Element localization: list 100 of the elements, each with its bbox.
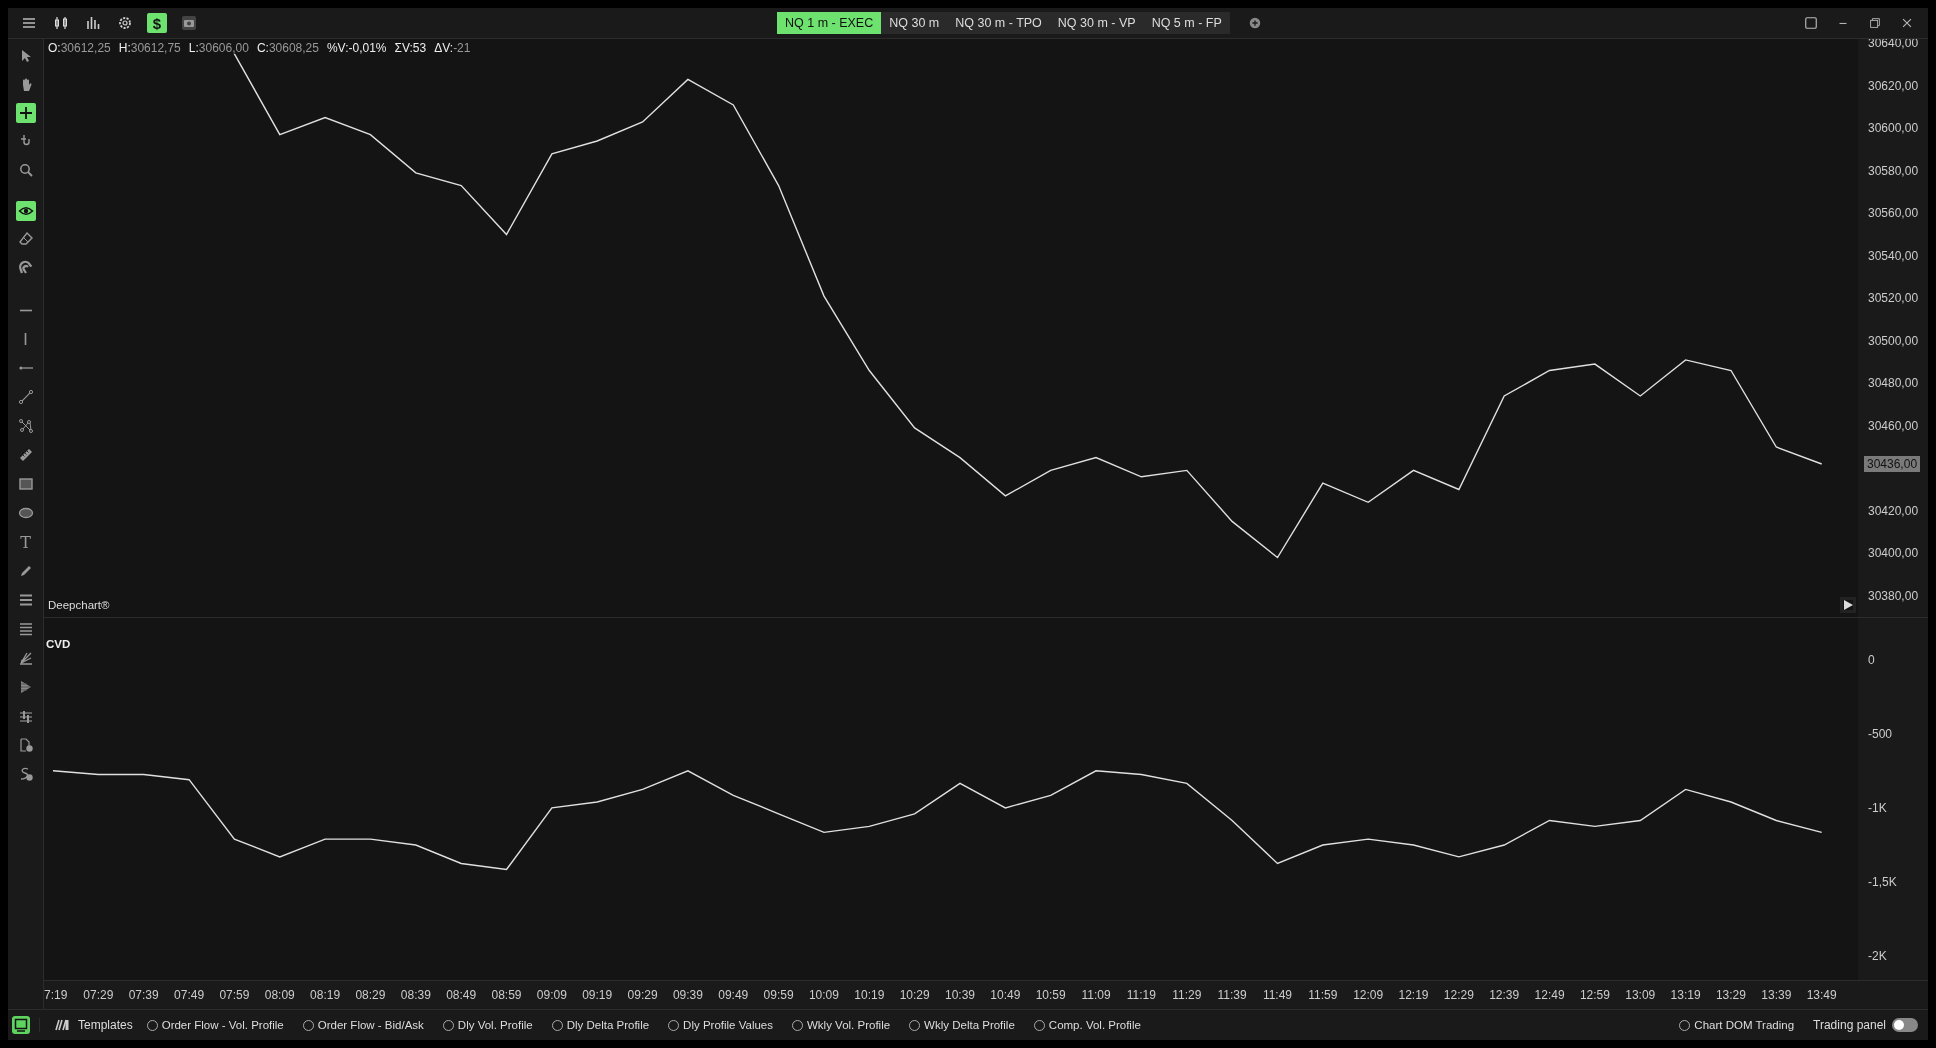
ohlc-value: H:30612,75 <box>118 41 181 56</box>
time-axis-label: 13:49 <box>1806 988 1837 1003</box>
fan-icon <box>17 650 34 667</box>
time-axis-label: 12:09 <box>1353 988 1384 1003</box>
crosshair-tool-button[interactable] <box>15 103 36 124</box>
time-axis-label: 08:59 <box>491 988 522 1003</box>
chart-tab[interactable]: NQ 30 m - TPO <box>947 12 1050 35</box>
time-axis-label: 10:29 <box>899 988 930 1003</box>
price-axis-label: 30400,00 <box>1868 546 1919 561</box>
time-axis-label: 11:59 <box>1308 988 1338 1003</box>
time-axis-label: 08:39 <box>400 988 431 1003</box>
price-axis-label: 30580,00 <box>1868 164 1919 179</box>
time-axis-label: 10:59 <box>1035 988 1066 1003</box>
ohlc-value: %V:-0,01% <box>326 41 387 56</box>
template-option[interactable]: Order Flow - Vol. Profile <box>146 1019 284 1032</box>
indicator-title: CVD <box>46 638 71 651</box>
ray-icon <box>18 366 33 371</box>
polyline-icon <box>17 418 34 435</box>
doc-icon <box>17 737 34 754</box>
template-option[interactable]: Comp. Vol. Profile <box>1033 1019 1141 1032</box>
chart-dom-trading-option[interactable]: Chart DOM Trading <box>1679 1019 1795 1032</box>
template-option[interactable]: Dly Profile Values <box>668 1019 773 1032</box>
candles-icon <box>53 15 69 32</box>
vline-icon <box>24 332 27 347</box>
hline-icon <box>18 309 33 312</box>
chart-tab[interactable]: NQ 5 m - FP <box>1143 12 1230 35</box>
chart-tab[interactable]: NQ 30 m - VP <box>1049 12 1144 35</box>
zoom-icon <box>17 162 34 179</box>
rectangle-icon <box>17 476 34 493</box>
time-axis-label: 08:49 <box>446 988 477 1003</box>
ohlc-value: ΣV:53 <box>394 41 427 56</box>
scroll-right-button[interactable] <box>1840 597 1856 614</box>
time-axis-label: 11:39 <box>1217 988 1247 1003</box>
template-option[interactable]: Wkly Delta Profile <box>909 1019 1015 1032</box>
time-axis-label: 08:09 <box>264 988 295 1003</box>
time-axis-label: 09:29 <box>627 988 658 1003</box>
trendline-icon <box>17 389 34 406</box>
time-axis-label: 07:39 <box>128 988 159 1003</box>
camera-icon <box>181 15 197 32</box>
time-axis-label: 07:59 <box>219 988 250 1003</box>
time-axis-label: 09:39 <box>672 988 703 1003</box>
time-axis-label: 09:09 <box>536 988 567 1003</box>
trading-panel-toggle[interactable] <box>1892 1018 1918 1033</box>
time-axis-label: 09:59 <box>763 988 794 1003</box>
price-axis-label: 30600,00 <box>1868 121 1919 136</box>
chart-name: Deepchart® <box>48 599 110 612</box>
template-option[interactable]: Wkly Vol. Profile <box>792 1019 891 1032</box>
text-tool-button[interactable]: T <box>13 531 38 554</box>
time-axis-label: 09:49 <box>718 988 749 1003</box>
templates-label: Templates <box>78 1018 133 1033</box>
price-axis-label: 30420,00 <box>1868 504 1919 519</box>
time-axis-label: 13:19 <box>1670 988 1701 1003</box>
time-axis-label: 13:29 <box>1715 988 1746 1003</box>
time-axis-label: 13:09 <box>1625 988 1656 1003</box>
levels-icon <box>17 708 34 725</box>
time-axis-label: 11:09 <box>1081 988 1111 1003</box>
bars-icon <box>85 15 101 32</box>
ohlc-value: ΔV:-21 <box>434 41 471 56</box>
time-axis-label: 13:39 <box>1761 988 1792 1003</box>
price-axis-label: 30500,00 <box>1868 334 1919 349</box>
template-option[interactable]: Dly Delta Profile <box>551 1019 650 1032</box>
ohlc-value: L:30606,00 <box>188 41 249 56</box>
time-axis-label: 10:39 <box>945 988 975 1003</box>
gear-icon <box>117 15 133 32</box>
price-axis-label: 30540,00 <box>1868 249 1919 264</box>
current-price-label: 30436,00 <box>1864 456 1921 473</box>
chart-tab[interactable]: NQ 1 m - EXEC <box>777 12 882 35</box>
price-axis-label: 30480,00 <box>1868 376 1919 391</box>
lines4-icon <box>17 621 34 638</box>
price-axis-label: 30560,00 <box>1868 206 1919 221</box>
cvd-axis-label: -1K <box>1868 801 1887 816</box>
price-axis-label: 30620,00 <box>1868 79 1919 94</box>
time-axis-label: 07:29 <box>83 988 114 1003</box>
monitor-icon[interactable] <box>11 1015 31 1036</box>
chart-tab[interactable]: NQ 30 m <box>881 12 948 35</box>
time-axis-label: 10:19 <box>854 988 885 1003</box>
templates-icon <box>54 1019 70 1032</box>
add-tab-icon[interactable] <box>1247 16 1262 31</box>
template-option[interactable]: Order Flow - Bid/Ask <box>302 1019 424 1032</box>
price-axis-label: 30520,00 <box>1868 291 1919 306</box>
time-axis-label: 12:19 <box>1398 988 1429 1003</box>
time-axis-label: 08:29 <box>355 988 386 1003</box>
template-option[interactable]: Dly Vol. Profile <box>442 1019 533 1032</box>
cvd-axis-label: 0 <box>1868 653 1875 668</box>
time-axis-label: 09:19 <box>582 988 613 1003</box>
ohlc-value: O:30612,25 <box>48 41 111 56</box>
time-axis-label: 08:19 <box>310 988 341 1003</box>
time-axis-label: 7:19 <box>44 988 68 1003</box>
dollar-button[interactable]: $ <box>147 13 167 34</box>
layout-icon[interactable] <box>1804 16 1818 31</box>
time-axis-label: 10:49 <box>990 988 1021 1003</box>
cvd-axis-label: -1,5K <box>1868 875 1897 890</box>
cvd-axis-label: -500 <box>1868 727 1893 742</box>
price-axis-label: 30640,00 <box>1868 39 1919 51</box>
eye-tool-button[interactable] <box>15 201 36 222</box>
trading-panel-label: Trading panel <box>1813 1018 1886 1033</box>
cvd-axis-label: -2K <box>1868 949 1887 964</box>
time-axis-label: 12:59 <box>1579 988 1610 1003</box>
price-axis-label: 30380,00 <box>1868 589 1919 604</box>
restore-icon[interactable] <box>1868 16 1882 31</box>
